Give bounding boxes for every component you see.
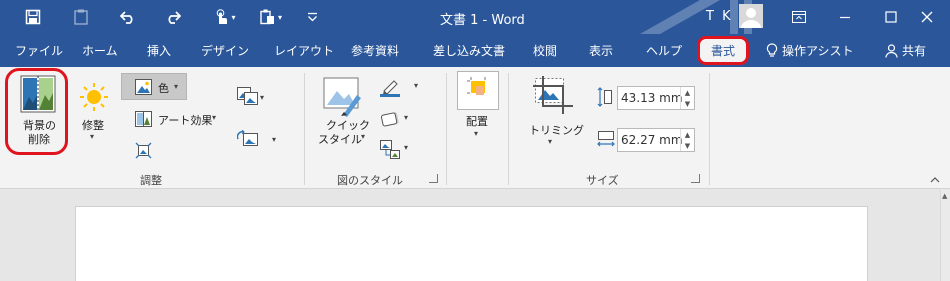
height-spinner[interactable]: ▲ ▼: [680, 87, 694, 109]
reset-picture-dropdown-icon[interactable]: ▾: [272, 135, 276, 144]
close-icon[interactable]: [904, 0, 950, 34]
reset-picture-icon[interactable]: [236, 129, 259, 152]
document-title: 文書 1 - Word: [440, 13, 525, 28]
color-dropdown-icon: ▾: [174, 82, 179, 91]
tab-design[interactable]: デザイン: [201, 42, 249, 59]
tab-format-label: 書式: [710, 44, 735, 58]
person-icon: [885, 43, 898, 58]
tab-format[interactable]: 書式: [697, 36, 749, 65]
minimize-icon[interactable]: [822, 0, 868, 34]
width-spinner[interactable]: ▲ ▼: [680, 129, 694, 151]
position-button[interactable]: [457, 71, 499, 115]
user-initials: T K: [706, 9, 733, 24]
tell-me-label: 操作アシスト: [782, 44, 854, 58]
position-label: 配置: [466, 115, 488, 128]
artistic-effects-label[interactable]: アート効果: [158, 112, 212, 128]
title-bar: ▾ ▾ 文書 1 - Word T K: [0, 0, 950, 34]
position-dropdown-icon[interactable]: ▾: [474, 129, 478, 138]
customize-icon[interactable]: [302, 0, 322, 34]
compress-pictures-icon[interactable]: [135, 142, 152, 163]
picture-styles-launcher-icon[interactable]: [429, 174, 438, 183]
share-label: 共有: [902, 44, 927, 58]
width-icon: [597, 131, 615, 151]
picture-layout-icon[interactable]: [380, 140, 402, 164]
group-separator: [446, 73, 447, 185]
tab-mailings[interactable]: 差し込み文書: [433, 42, 505, 59]
collapse-ribbon-icon[interactable]: [930, 175, 940, 186]
picture-layout-dropdown-icon[interactable]: ▾: [404, 143, 408, 152]
paste-icon[interactable]: ▾: [254, 0, 288, 34]
height-icon: [597, 87, 613, 111]
adjust-group-label: 調整: [140, 174, 162, 187]
picture-styles-group-label: 図のスタイル: [337, 174, 403, 187]
save-icon[interactable]: [20, 0, 46, 34]
ribbon-display-icon[interactable]: [776, 0, 822, 34]
change-picture-dropdown-icon[interactable]: ▾: [260, 93, 264, 102]
crop-label[interactable]: トリミング: [529, 122, 584, 138]
group-separator: [304, 73, 305, 185]
artistic-effects-icon[interactable]: [135, 111, 152, 131]
tab-file[interactable]: ファイル: [15, 42, 63, 59]
width-value: 62.27 mm: [621, 133, 683, 147]
group-separator: [508, 73, 509, 185]
redo-icon[interactable]: [160, 0, 186, 34]
remove-background-icon[interactable]: [20, 75, 56, 117]
vertical-scrollbar[interactable]: ▲: [940, 190, 950, 281]
quick-styles-label-2: スタイル: [318, 133, 362, 146]
crop-dropdown-icon[interactable]: ▾: [548, 137, 552, 146]
lightbulb-icon: [766, 43, 778, 57]
scroll-up-icon[interactable]: ▲: [942, 192, 947, 200]
picture-border-icon[interactable]: [380, 79, 400, 101]
tab-layout[interactable]: レイアウト: [274, 42, 334, 59]
change-picture-icon[interactable]: [237, 87, 259, 109]
size-launcher-icon[interactable]: [691, 174, 700, 183]
color-label: 色: [158, 82, 169, 95]
undo-icon[interactable]: [115, 0, 141, 34]
width-input[interactable]: 62.27 mm ▲ ▼: [617, 128, 695, 152]
document-canvas: [0, 190, 950, 281]
tell-me-box[interactable]: 操作アシスト: [766, 42, 854, 59]
color-icon: [135, 79, 152, 99]
corrections-label: 修整: [82, 119, 104, 132]
tab-help[interactable]: ヘルプ: [646, 42, 682, 59]
ribbon: 背景の 削除 修整 ▾ 色 ▾ アート効果 ▾ ▾ ▾ 調整 クイック スタイル…: [0, 67, 950, 189]
tab-view[interactable]: 表示: [589, 42, 613, 59]
height-value: 43.13 mm: [621, 91, 683, 105]
tab-insert[interactable]: 挿入: [147, 42, 171, 59]
size-group-label: サイズ: [586, 174, 619, 187]
tab-review[interactable]: 校閲: [533, 42, 557, 59]
picture-effects-icon[interactable]: [380, 111, 400, 131]
corrections-icon[interactable]: [78, 81, 110, 117]
picture-effects-dropdown-icon[interactable]: ▾: [404, 113, 408, 122]
touch-mode-icon[interactable]: ▾: [208, 0, 242, 34]
clipboard-icon[interactable]: [68, 0, 94, 34]
share-button[interactable]: 共有: [885, 42, 926, 59]
crop-icon[interactable]: [533, 76, 573, 118]
artistic-effects-dropdown-icon[interactable]: ▾: [212, 113, 216, 122]
picture-border-dropdown-icon[interactable]: ▾: [414, 81, 418, 90]
document-page[interactable]: [75, 206, 868, 281]
height-input[interactable]: 43.13 mm ▲ ▼: [617, 86, 695, 110]
avatar[interactable]: [739, 4, 763, 28]
quick-styles-icon[interactable]: [323, 77, 363, 121]
ribbon-tab-bar: ファイル ホーム 挿入 デザイン レイアウト 参考資料 差し込み文書 校閲 表示…: [0, 34, 950, 67]
corrections-dropdown-icon[interactable]: ▾: [90, 132, 94, 141]
quick-styles-dropdown-icon[interactable]: ▾: [361, 132, 365, 141]
tab-home[interactable]: ホーム: [82, 42, 118, 59]
remove-background-label-2: 削除: [28, 133, 50, 146]
group-separator: [709, 73, 710, 185]
tab-references[interactable]: 参考資料: [351, 42, 399, 59]
